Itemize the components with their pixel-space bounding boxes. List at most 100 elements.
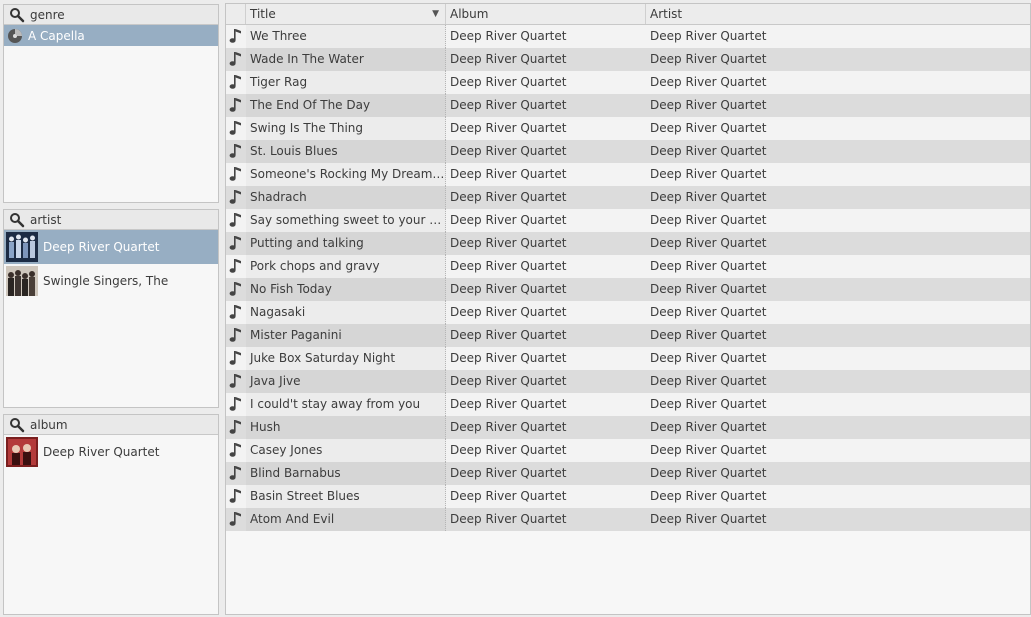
- track-album: Deep River Quartet: [450, 351, 567, 365]
- track-row[interactable]: Blind Barnabus Deep River Quartet Deep Riv…: [226, 462, 1030, 485]
- track-row[interactable]: Mister Paganini Deep River Quartet Deep Ri…: [226, 324, 1030, 347]
- track-album: Deep River Quartet: [450, 397, 567, 411]
- track-artist: Deep River Quartet: [650, 305, 767, 319]
- column-header-album[interactable]: Album: [446, 4, 646, 24]
- album-item-label: Deep River Quartet: [43, 445, 160, 459]
- track-title: No Fish Today: [246, 278, 446, 301]
- track-album: Deep River Quartet: [450, 420, 567, 434]
- genre-item[interactable]: A Capella: [4, 25, 218, 46]
- track-artist: Deep River Quartet: [650, 190, 767, 204]
- track-row[interactable]: Putting and talking Deep River Quartet Dee…: [226, 232, 1030, 255]
- track-title: Java Jive: [246, 370, 446, 393]
- track-row[interactable]: We Three Deep River Quartet Deep River Qua…: [226, 25, 1030, 48]
- track-artist: Deep River Quartet: [650, 466, 767, 480]
- music-note-icon: [226, 25, 245, 48]
- track-row[interactable]: St. Louis Blues Deep River Quartet Deep Ri…: [226, 140, 1030, 163]
- album-cover-thumbnail: [6, 437, 38, 467]
- music-note-icon: [226, 416, 245, 439]
- track-artist: Deep River Quartet: [650, 351, 767, 365]
- track-row[interactable]: Juke Box Saturday Night Deep River Quarte…: [226, 347, 1030, 370]
- search-icon[interactable]: [9, 212, 25, 228]
- track-row[interactable]: Casey Jones Deep River Quartet Deep River …: [226, 439, 1030, 462]
- track-row[interactable]: Say something sweet to your sweetheart De…: [226, 209, 1030, 232]
- track-album: Deep River Quartet: [450, 190, 567, 204]
- track-album: Deep River Quartet: [450, 489, 567, 503]
- genre-pane-header[interactable]: genre: [4, 5, 218, 25]
- track-row[interactable]: Wade In The Water Deep River Quartet Deep …: [226, 48, 1030, 71]
- track-title: Blind Barnabus: [246, 462, 446, 485]
- track-artist: Deep River Quartet: [650, 282, 767, 296]
- track-row[interactable]: No Fish Today Deep River Quartet Deep Rive…: [226, 278, 1030, 301]
- music-note-icon: [226, 370, 245, 393]
- track-album: Deep River Quartet: [450, 259, 567, 273]
- track-album: Deep River Quartet: [450, 213, 567, 227]
- track-album: Deep River Quartet: [450, 75, 567, 89]
- music-note-icon: [226, 393, 245, 416]
- track-row[interactable]: The End Of The Day Deep River Quartet Deep…: [226, 94, 1030, 117]
- track-album: Deep River Quartet: [450, 305, 567, 319]
- artist-item[interactable]: Swingle Singers, The: [4, 264, 218, 298]
- track-title: Atom And Evil: [246, 508, 446, 531]
- track-artist: Deep River Quartet: [650, 443, 767, 457]
- track-row[interactable]: Pork chops and gravy Deep River Quartet De…: [226, 255, 1030, 278]
- track-title: Basin Street Blues: [246, 485, 446, 508]
- track-album: Deep River Quartet: [450, 121, 567, 135]
- track-title: Someone's Rocking My Dreamboat: [246, 163, 446, 186]
- track-album: Deep River Quartet: [450, 466, 567, 480]
- track-artist: Deep River Quartet: [650, 98, 767, 112]
- track-row[interactable]: Basin Street Blues Deep River Quartet Deep…: [226, 485, 1030, 508]
- track-artist: Deep River Quartet: [650, 144, 767, 158]
- track-artist: Deep River Quartet: [650, 213, 767, 227]
- search-icon[interactable]: [9, 417, 25, 433]
- track-title: Mister Paganini: [246, 324, 446, 347]
- column-header-artist[interactable]: Artist: [646, 4, 1030, 24]
- artist-pane-header[interactable]: artist: [4, 210, 218, 230]
- track-artist: Deep River Quartet: [650, 121, 767, 135]
- track-title: The End Of The Day: [246, 94, 446, 117]
- column-header-title-label: Title: [250, 7, 276, 21]
- artist-item[interactable]: Deep River Quartet: [4, 230, 218, 264]
- music-note-icon: [226, 462, 245, 485]
- track-row[interactable]: I could't stay away from you Deep River Q…: [226, 393, 1030, 416]
- album-pane-header[interactable]: album: [4, 415, 218, 435]
- track-album: Deep River Quartet: [450, 282, 567, 296]
- artist-thumbnail: [6, 232, 38, 262]
- genre-pane-title: genre: [30, 7, 65, 22]
- track-artist: Deep River Quartet: [650, 397, 767, 411]
- column-header-album-label: Album: [450, 7, 489, 21]
- track-row[interactable]: Nagasaki Deep River Quartet Deep River Qua…: [226, 301, 1030, 324]
- album-pane-title: album: [30, 417, 68, 432]
- artist-pane-title: artist: [30, 212, 62, 227]
- track-artist: Deep River Quartet: [650, 29, 767, 43]
- track-row[interactable]: Hush Deep River Quartet Deep River Quartet: [226, 416, 1030, 439]
- music-note-icon: [226, 255, 245, 278]
- music-note-icon: [226, 485, 245, 508]
- column-header-title[interactable]: Title ▼: [246, 4, 446, 24]
- track-row[interactable]: Swing Is The Thing Deep River Quartet Deep…: [226, 117, 1030, 140]
- track-artist: Deep River Quartet: [650, 259, 767, 273]
- music-note-icon: [226, 186, 245, 209]
- track-rows: We Three Deep River Quartet Deep River Qua…: [226, 25, 1030, 531]
- artist-thumbnail: [6, 266, 38, 296]
- track-row[interactable]: Tiger Rag Deep River Quartet Deep River Qu…: [226, 71, 1030, 94]
- music-note-icon: [226, 347, 245, 370]
- album-item[interactable]: Deep River Quartet: [4, 435, 218, 469]
- track-album: Deep River Quartet: [450, 512, 567, 526]
- column-header-artist-label: Artist: [650, 7, 683, 21]
- track-album: Deep River Quartet: [450, 374, 567, 388]
- track-album: Deep River Quartet: [450, 144, 567, 158]
- track-artist: Deep River Quartet: [650, 236, 767, 250]
- track-title: Tiger Rag: [246, 71, 446, 94]
- track-row[interactable]: Someone's Rocking My Dreamboat Deep River…: [226, 163, 1030, 186]
- track-title: Swing Is The Thing: [246, 117, 446, 140]
- track-row[interactable]: Java Jive Deep River Quartet Deep River Qu…: [226, 370, 1030, 393]
- music-note-icon: [226, 71, 245, 94]
- track-artist: Deep River Quartet: [650, 489, 767, 503]
- music-note-icon: [226, 163, 245, 186]
- column-header-icon[interactable]: [226, 4, 246, 24]
- music-note-icon: [226, 48, 245, 71]
- search-icon[interactable]: [9, 7, 25, 23]
- track-row[interactable]: Atom And Evil Deep River Quartet Deep Rive…: [226, 508, 1030, 531]
- music-note-icon: [226, 278, 245, 301]
- track-row[interactable]: Shadrach Deep River Quartet Deep River Qua…: [226, 186, 1030, 209]
